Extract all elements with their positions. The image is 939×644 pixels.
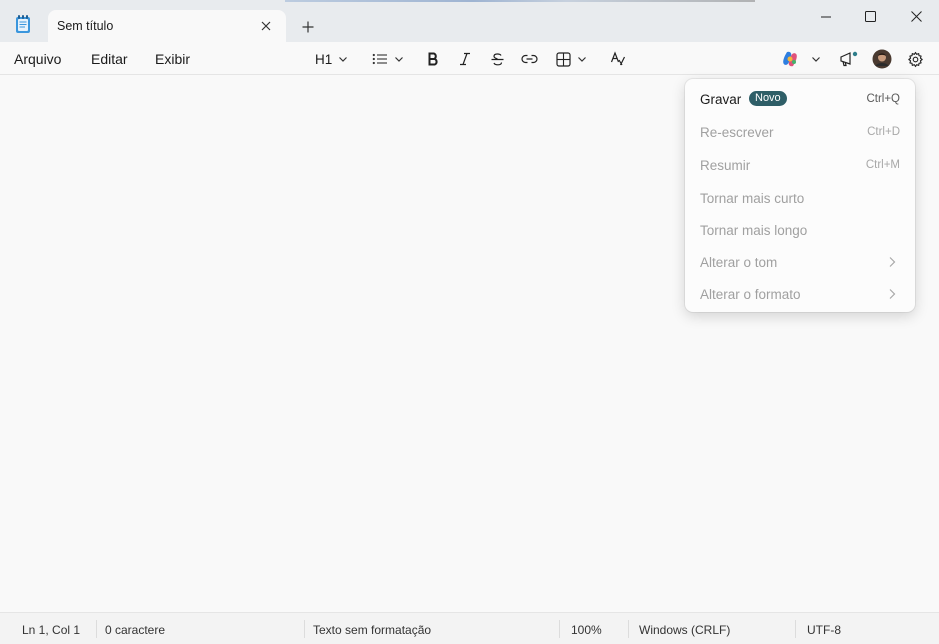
copilot-icon [783,51,797,67]
menu-item-label: Alterar o tom [700,254,778,270]
encoding[interactable]: UTF-8 [807,623,841,637]
title-accent-line [285,0,755,2]
menu-item-change-tone[interactable]: Alterar o tom [685,247,915,277]
character-count: 0 caractere [105,623,166,637]
menu-bar: Arquivo Editar Exibir H1 [0,42,939,75]
text-mode[interactable]: Texto sem formatação [313,623,431,637]
chevron-down-icon [395,57,403,62]
menu-item-label: Alterar o formato [700,286,801,302]
heading-dropdown[interactable]: H1 [315,49,348,69]
chevron-right-icon [889,257,896,267]
tab-title: Sem título [57,19,114,33]
menu-item-label: Tornar mais longo [700,222,808,238]
status-divider [304,620,305,638]
status-divider [795,620,796,638]
chevron-down-icon [339,57,348,62]
menu-item-rewrite[interactable]: Re-escrever Ctrl+D [685,117,915,147]
menu-view[interactable]: Exibir [155,51,190,67]
list-dropdown[interactable] [372,49,404,69]
copilot-dropdown[interactable] [781,49,821,69]
zoom-level[interactable]: 100% [571,623,602,637]
menu-item-longer[interactable]: Tornar mais longo [685,215,915,245]
menu-item-label: Tornar mais curto [700,190,805,206]
chevron-down-icon [812,57,820,62]
notepad-app-icon [14,14,32,34]
status-divider [559,620,560,638]
status-divider [628,620,629,638]
gear-icon[interactable] [907,49,924,69]
cursor-position[interactable]: Ln 1, Col 1 [22,623,80,637]
menu-edit[interactable]: Editar [91,51,128,67]
status-divider [96,620,97,638]
menu-file[interactable]: Arquivo [14,51,61,67]
whats-new-icon[interactable] [839,49,858,69]
table-icon [556,51,571,67]
menu-item-label: Re-escrever [700,124,774,140]
plus-icon[interactable] [298,17,318,37]
maximize-icon[interactable] [847,4,893,28]
chevron-right-icon [889,289,896,299]
clear-formatting-icon[interactable] [610,49,626,69]
copilot-menu: Gravar Novo Ctrl+Q Re-escrever Ctrl+D Re… [685,79,915,312]
shortcut-label: Ctrl+D [867,126,900,138]
menu-item-write[interactable]: Gravar Novo Ctrl+Q [685,84,915,114]
heading-label: H1 [315,51,333,67]
close-icon[interactable] [258,18,274,34]
avatar[interactable] [872,49,892,69]
menu-item-shorter[interactable]: Tornar mais curto [685,183,915,213]
chevron-down-icon [578,57,586,62]
bold-icon[interactable] [426,49,440,69]
menu-item-label: Resumir [700,157,751,173]
window-close-icon[interactable] [893,4,939,28]
document-tab[interactable]: Sem título [48,10,286,42]
strikethrough-icon[interactable] [490,49,505,69]
menu-item-label: Gravar [700,91,742,107]
title-bar: Sem título [0,0,939,42]
link-icon[interactable] [521,49,538,69]
minimize-icon[interactable] [803,4,849,28]
new-badge: Novo [749,91,787,106]
shortcut-label: Ctrl+M [865,159,900,171]
menu-item-summarize[interactable]: Resumir Ctrl+M [685,150,915,180]
table-dropdown[interactable] [556,49,587,69]
line-endings[interactable]: Windows (CRLF) [639,623,730,637]
status-bar: Ln 1, Col 1 0 caractere Texto sem format… [0,612,939,644]
shortcut-label: Ctrl+Q [866,93,900,105]
italic-icon[interactable] [458,49,472,69]
menu-item-change-format[interactable]: Alterar o formato [685,279,915,309]
list-icon [372,53,387,65]
